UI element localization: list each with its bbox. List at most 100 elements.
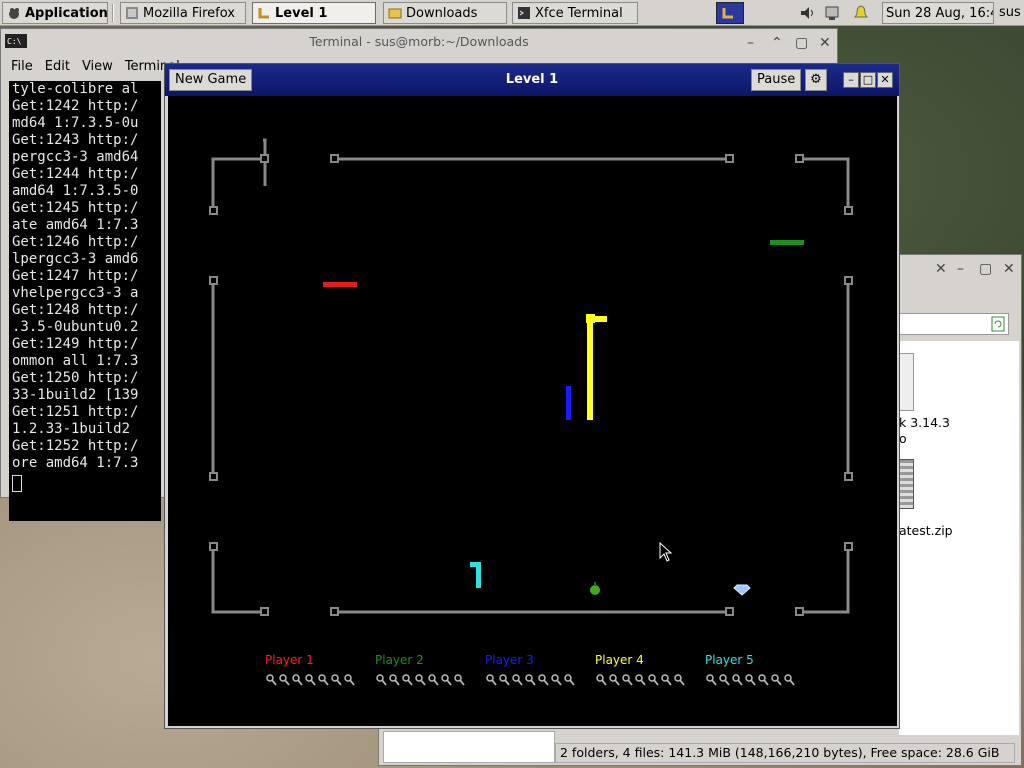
terminal-line: Get:1243 http:/ [12,132,139,148]
task-label: Downloads [406,5,478,21]
file-label[interactable]: atest.zip [899,523,953,538]
player-2-label: Player 2 [375,653,424,667]
network-icon[interactable] [824,4,842,26]
terminal-line: Get:1245 http:/ [12,200,139,216]
life-icon [745,674,756,686]
life-icon [266,674,277,686]
applications-label: Applications [25,5,108,21]
menu-edit[interactable]: Edit [45,59,70,74]
life-icon [344,674,355,686]
terminal-line: vhelpergcc3-3 a [12,285,139,301]
player-5-label: Player 5 [705,653,754,667]
close-icon[interactable]: ✕ [935,261,947,277]
player-1-label: Player 1 [265,653,314,667]
terminal-line: tyle-colibre al [12,81,139,97]
snake-game-window[interactable]: Level 1 New Game Pause ⚙ – □ ✕ Player 1 … [164,63,900,729]
terminal-line: Get:1247 http:/ [12,268,139,284]
life-icon [402,674,413,686]
close-icon[interactable]: ✕ [1003,261,1015,277]
clock-text: Sun 28 Aug, 16:43 [886,5,993,21]
terminal-cursor [12,475,22,492]
file-icon[interactable] [899,353,914,411]
life-icon [305,674,316,686]
life-icon [486,674,497,686]
menu-file[interactable]: File [11,59,33,74]
life-icon [609,674,620,686]
terminal-line: md64 1:7.3.5-0u [12,115,139,131]
close-icon[interactable]: ✕ [877,72,893,88]
arena-walls [211,138,850,614]
maximize-icon[interactable]: □ [860,72,876,88]
life-icon [499,674,510,686]
close-icon[interactable]: ✕ [819,35,831,51]
new-game-button[interactable]: New Game [169,69,253,91]
terminal-line: ommon all 1:7.3 [12,353,139,369]
clock[interactable]: Sun 28 Aug, 16:43 [882,2,994,24]
snake-yellow [586,314,607,420]
reload-icon[interactable] [991,316,1005,336]
life-icon [622,674,633,686]
preferences-button[interactable]: ⚙ [805,69,827,91]
life-icon [415,674,426,686]
terminal-line: .3.5-0ubuntu0.2 [12,319,139,335]
maximize-icon[interactable]: ▢ [795,35,808,51]
life-icon [758,674,769,686]
minimize-icon[interactable]: ⌃ [771,35,783,51]
user-name[interactable]: sus [999,5,1021,20]
arena [209,138,853,616]
terminal-line: ore amd64 1:7.3 [12,455,139,471]
top-panel: Applications Mozilla Firefox Level 1 Dow… [0,0,1024,26]
task-label: Level 1 [275,5,328,21]
life-icon [551,674,562,686]
life-icon [454,674,465,686]
terminal-line: pergcc3-3 amd64 [12,149,139,165]
status-bar: 2 folders, 4 files: 141.3 MiB (148,166,2… [555,743,1015,763]
life-icon [512,674,523,686]
life-icon [441,674,452,686]
life-icon [331,674,342,686]
life-icon [784,674,795,686]
location-bar[interactable] [899,313,1009,335]
snake-game-icon [721,6,735,20]
pause-button[interactable]: Pause [751,69,802,91]
zip-archive-icon[interactable] [899,459,914,509]
minimize-icon[interactable]: – [747,35,754,51]
notification-bell-icon[interactable] [852,4,870,26]
life-icon [564,674,575,686]
game-titlebar: Level 1 New Game Pause ⚙ – □ ✕ [165,64,899,96]
terminal-output[interactable]: tyle-colibre al Get:1242 http:/md64 1:7.3… [9,81,161,521]
life-icon [719,674,730,686]
apple-icon [590,582,600,595]
life-icon [292,674,303,686]
terminal-line: Get:1249 http:/ [12,336,139,352]
terminal-line: Get:1251 http:/ [12,404,139,420]
life-icon [674,674,685,686]
terminal-line: lpergcc3-3 amd6 [12,251,139,267]
maximize-icon[interactable]: ▢ [979,261,992,277]
terminal-line: 33-1build2 [139 [12,387,139,403]
life-icon [706,674,717,686]
task-level-1[interactable]: Level 1 [252,2,376,24]
minimize-icon[interactable]: – [957,261,964,277]
task-label: Mozilla Firefox [143,5,235,21]
minimize-icon[interactable]: – [843,72,859,88]
task-firefox[interactable]: Mozilla Firefox [120,2,246,24]
game-field[interactable]: Player 1 Player 2 Player 3 Player 4 Play… [168,96,897,726]
file-list-pane[interactable]: k 3.14.3 o atest.zip [899,341,1019,735]
task-label: Xfce Terminal [535,5,623,21]
file-label[interactable]: k 3.14.3 [899,415,950,430]
task-downloads[interactable]: Downloads [383,2,507,24]
firefox-icon [125,6,139,20]
terminal-line: 1.2.33-1build2 [12,421,139,437]
menu-view[interactable]: View [82,59,113,74]
workspace-switcher[interactable] [716,2,744,24]
gear-icon: ⚙ [810,72,822,87]
player-4-lives [596,674,691,689]
task-xfce-terminal[interactable]: Xfce Terminal [512,2,638,24]
applications-menu-button[interactable]: Applications [2,2,108,24]
life-icon [428,674,439,686]
mouse-logo-icon [7,6,21,20]
side-pane[interactable] [383,731,555,763]
file-label[interactable]: o [899,431,907,446]
volume-icon[interactable] [798,4,816,26]
